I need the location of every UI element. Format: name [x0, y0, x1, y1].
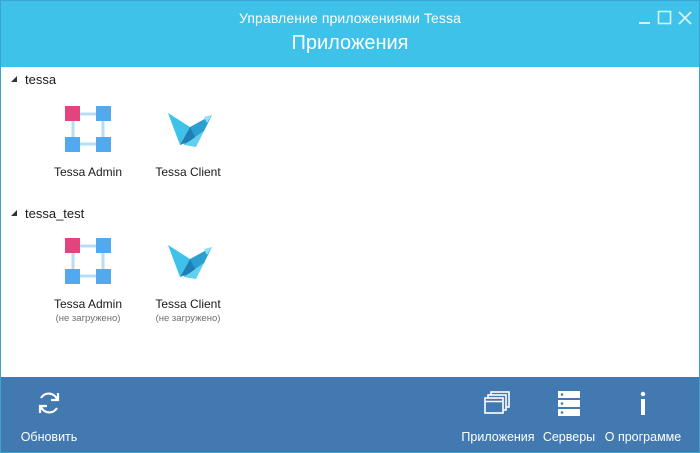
servers-icon — [558, 391, 580, 416]
app-status: (не загружено) — [155, 313, 221, 324]
tessa-admin-icon — [65, 106, 111, 152]
close-icon[interactable] — [677, 10, 693, 26]
applications-panel: tessa Tessa Admin Tessa Client tessa_tes… — [1, 67, 699, 377]
about-label: О программе — [604, 430, 682, 444]
servers-label: Серверы — [542, 430, 596, 444]
window-controls — [637, 10, 693, 26]
refresh-icon — [38, 392, 60, 414]
page-title: Приложения — [291, 32, 409, 54]
group-header-tessa-test[interactable]: tessa_test — [9, 204, 84, 222]
group-name: tessa — [25, 71, 57, 87]
refresh-button[interactable]: Обновить — [15, 377, 83, 452]
tessa-admin-icon — [65, 238, 111, 284]
app-label: Tessa Client — [155, 165, 221, 179]
servers-button[interactable]: Серверы — [541, 377, 597, 452]
collapse-triangle-icon — [11, 210, 17, 216]
bottom-toolbar: Обновить Приложения Серверы О программе — [1, 377, 699, 452]
app-tile-tessa-admin-test[interactable]: Tessa Admin (не загружено) — [45, 233, 131, 324]
info-icon — [640, 391, 646, 415]
applications-label: Приложения — [461, 430, 535, 444]
tessa-client-icon — [168, 245, 212, 279]
app-tile-tessa-client-test[interactable]: Tessa Client (не загружено) — [145, 233, 231, 324]
refresh-label: Обновить — [20, 430, 78, 444]
minimize-icon[interactable] — [637, 10, 653, 26]
maximize-icon[interactable] — [657, 10, 673, 26]
app-label: Tessa Admin — [53, 165, 123, 179]
group-name: tessa_test — [25, 205, 85, 221]
app-tile-tessa-client[interactable]: Tessa Client — [145, 101, 231, 179]
group-header-tessa[interactable]: tessa — [9, 70, 56, 88]
applications-button[interactable]: Приложения — [459, 377, 537, 452]
title-bar: Управление приложениями Tessa Приложения — [1, 1, 699, 67]
tessa-client-icon — [168, 113, 212, 147]
applications-icon — [484, 391, 510, 414]
app-label: Tessa Client — [155, 297, 221, 311]
window-title: Управление приложениями Tessa — [239, 10, 461, 26]
app-window: Управление приложениями Tessa Приложения… — [0, 0, 700, 453]
collapse-triangle-icon — [11, 76, 17, 82]
app-tile-tessa-admin[interactable]: Tessa Admin — [45, 101, 131, 179]
app-label: Tessa Admin — [53, 297, 123, 311]
about-button[interactable]: О программе — [601, 377, 685, 452]
app-status: (не загружено) — [55, 313, 121, 324]
